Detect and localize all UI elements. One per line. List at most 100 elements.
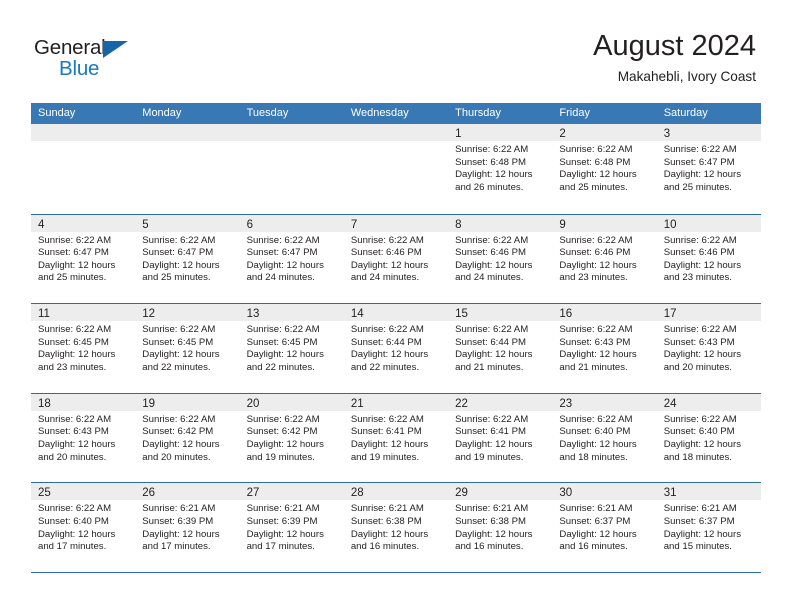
- calendar-week-row: 25 Sunrise: 6:22 AM Sunset: 6:40 PM Dayligh…: [31, 482, 761, 572]
- page-header: General Blue August 2024 Makahebli, Ivor…: [0, 0, 792, 100]
- day-cell[interactable]: 28 Sunrise: 6:21 AM Sunset: 6:38 PM Dayligh…: [343, 483, 449, 572]
- daylight-text: Daylight: 12 hours and 21 minutes.: [559, 349, 637, 373]
- day-number-band: 26: [135, 483, 240, 501]
- daylight-text: Daylight: 12 hours and 20 minutes.: [38, 438, 116, 463]
- day-number-band: 11: [31, 304, 136, 322]
- day-number-band: 8: [448, 214, 553, 232]
- day-details: Sunrise: 6:22 AM Sunset: 6:46 PM Daylight:…: [657, 232, 761, 285]
- day-number: 18: [38, 397, 51, 410]
- weekday-header-wednesday: Wednesday: [350, 107, 409, 119]
- daylight-text: Daylight: 12 hours and 25 minutes.: [142, 259, 220, 284]
- day-cell[interactable]: 26 Sunrise: 6:21 AM Sunset: 6:39 PM Dayligh…: [135, 483, 240, 572]
- day-number-band: 13: [239, 304, 344, 322]
- day-cell[interactable]: 6 Sunrise: 6:22 AM Sunset: 6:47 PM Daylight…: [239, 214, 344, 304]
- sunset-text: Sunset: 6:39 PM: [246, 515, 318, 527]
- day-details: Sunrise: 6:21 AM Sunset: 6:39 PM Daylight:…: [240, 500, 344, 553]
- day-details: Sunrise: 6:21 AM Sunset: 6:38 PM Daylight:…: [448, 500, 552, 553]
- sunrise-text: Sunrise: 6:22 AM: [142, 413, 216, 425]
- sunset-text: Sunset: 6:38 PM: [350, 515, 422, 527]
- day-number-band: [239, 124, 344, 141]
- day-cell[interactable]: 14 Sunrise: 6:22 AM Sunset: 6:44 PM Dayligh…: [343, 304, 449, 393]
- day-cell[interactable]: 24 Sunrise: 6:22 AM Sunset: 6:40 PM Dayligh…: [656, 393, 761, 483]
- day-cell[interactable]: 5 Sunrise: 6:22 AM Sunset: 6:47 PM Daylight…: [135, 214, 240, 304]
- sunset-text: Sunset: 6:42 PM: [142, 426, 214, 438]
- day-cell[interactable]: 23 Sunrise: 6:22 AM Sunset: 6:40 PM Dayligh…: [552, 393, 657, 483]
- day-cell[interactable]: 11 Sunrise: 6:22 AM Sunset: 6:45 PM Dayligh…: [31, 304, 136, 393]
- day-details: Sunrise: 6:22 AM Sunset: 6:42 PM Daylight:…: [135, 411, 239, 464]
- day-number-band: 30: [552, 483, 657, 501]
- calendar-grid: Sunday Monday Tuesday Wednesday Thursday…: [31, 103, 761, 574]
- day-cell[interactable]: 9 Sunrise: 6:22 AM Sunset: 6:46 PM Daylight…: [552, 214, 657, 304]
- day-number-band: 25: [31, 483, 136, 501]
- sunrise-text: Sunrise: 6:22 AM: [246, 234, 320, 246]
- sunrise-text: Sunrise: 6:22 AM: [38, 324, 112, 336]
- day-cell[interactable]: 15 Sunrise: 6:22 AM Sunset: 6:44 PM Dayligh…: [448, 304, 553, 393]
- day-number-band: 1: [448, 124, 553, 141]
- day-details: Sunrise: 6:21 AM Sunset: 6:39 PM Daylight:…: [135, 500, 239, 553]
- day-cell[interactable]: 12 Sunrise: 6:22 AM Sunset: 6:45 PM Dayligh…: [135, 304, 240, 393]
- daylight-text: Daylight: 12 hours and 23 minutes.: [663, 259, 742, 284]
- day-cell[interactable]: 10 Sunrise: 6:22 AM Sunset: 6:46 PM Dayligh…: [656, 214, 761, 304]
- day-details: Sunrise: 6:22 AM Sunset: 6:44 PM Daylight:…: [448, 321, 552, 374]
- day-cell[interactable]: 7 Sunrise: 6:22 AM Sunset: 6:46 PM Daylight…: [343, 214, 449, 304]
- day-details: Sunrise: 6:22 AM Sunset: 6:43 PM Daylight:…: [31, 411, 135, 464]
- day-cell[interactable]: 3 Sunrise: 6:22 AM Sunset: 6:47 PM Daylight…: [656, 124, 761, 214]
- sunset-text: Sunset: 6:40 PM: [663, 426, 735, 438]
- title-block: August 2024 Makahebli, Ivory Coast: [593, 30, 756, 86]
- day-number: 30: [559, 487, 573, 500]
- daylight-text: Daylight: 12 hours and 25 minutes.: [559, 169, 637, 193]
- day-cell[interactable]: 18 Sunrise: 6:22 AM Sunset: 6:43 PM Dayligh…: [31, 393, 136, 483]
- day-cell[interactable]: 30 Sunrise: 6:21 AM Sunset: 6:37 PM Dayligh…: [552, 483, 657, 572]
- sunrise-text: Sunrise: 6:22 AM: [246, 413, 320, 425]
- day-cell[interactable]: 4 Sunrise: 6:22 AM Sunset: 6:47 PM Daylight…: [31, 214, 136, 304]
- day-number-band: 17: [656, 304, 761, 322]
- day-number: 13: [246, 308, 260, 321]
- daylight-text: Daylight: 12 hours and 19 minutes.: [350, 438, 429, 463]
- day-details: Sunrise: 6:22 AM Sunset: 6:42 PM Daylight:…: [240, 411, 344, 464]
- day-details: Sunrise: 6:22 AM Sunset: 6:47 PM Daylight:…: [657, 141, 761, 194]
- day-cell[interactable]: 2 Sunrise: 6:22 AM Sunset: 6:48 PM Daylight…: [552, 124, 657, 214]
- day-cell[interactable]: 19 Sunrise: 6:22 AM Sunset: 6:42 PM Dayligh…: [135, 393, 240, 483]
- day-cell[interactable]: 16 Sunrise: 6:22 AM Sunset: 6:43 PM Dayligh…: [552, 304, 657, 393]
- day-cell[interactable]: 20 Sunrise: 6:22 AM Sunset: 6:42 PM Dayligh…: [239, 393, 344, 483]
- weekday-header-tuesday: Tuesday: [246, 107, 289, 119]
- calendar-weeks: 1 Sunrise: 6:22 AM Sunset: 6:48 PM Daylight…: [31, 124, 761, 572]
- day-cell[interactable]: 13 Sunrise: 6:22 AM Sunset: 6:45 PM Dayligh…: [239, 304, 344, 393]
- day-details: Sunrise: 6:21 AM Sunset: 6:37 PM Daylight:…: [552, 500, 656, 553]
- day-number: 24: [663, 397, 677, 410]
- day-cell[interactable]: 1 Sunrise: 6:22 AM Sunset: 6:48 PM Daylight…: [448, 124, 553, 214]
- sunset-text: Sunset: 6:47 PM: [663, 156, 735, 168]
- day-cell[interactable]: 17 Sunrise: 6:22 AM Sunset: 6:43 PM Dayligh…: [656, 304, 761, 393]
- day-cell[interactable]: 31 Sunrise: 6:21 AM Sunset: 6:37 PM Dayligh…: [656, 483, 761, 572]
- day-number: 31: [663, 487, 677, 500]
- daylight-text: Daylight: 12 hours and 21 minutes.: [455, 349, 533, 373]
- day-details: Sunrise: 6:22 AM Sunset: 6:46 PM Daylight:…: [448, 232, 552, 285]
- day-number-band: 6: [239, 214, 344, 232]
- sunset-text: Sunset: 6:40 PM: [559, 426, 631, 438]
- daylight-text: Daylight: 12 hours and 22 minutes.: [142, 349, 220, 373]
- sunrise-text: Sunrise: 6:22 AM: [142, 234, 216, 246]
- page-title: August 2024: [593, 30, 756, 62]
- general-blue-logo: General Blue: [34, 37, 154, 82]
- sunset-text: Sunset: 6:38 PM: [455, 515, 527, 527]
- sunset-text: Sunset: 6:44 PM: [350, 336, 422, 348]
- day-cell[interactable]: 25 Sunrise: 6:22 AM Sunset: 6:40 PM Dayligh…: [31, 483, 136, 572]
- day-cell[interactable]: 22 Sunrise: 6:22 AM Sunset: 6:41 PM Dayligh…: [448, 393, 553, 483]
- daylight-text: Daylight: 12 hours and 17 minutes.: [142, 528, 220, 553]
- day-cell[interactable]: 29 Sunrise: 6:21 AM Sunset: 6:38 PM Dayligh…: [448, 483, 553, 572]
- sunrise-text: Sunrise: 6:22 AM: [455, 413, 529, 425]
- day-details: Sunrise: 6:22 AM Sunset: 6:44 PM Daylight:…: [344, 321, 448, 374]
- calendar-bottom-rule: [31, 571, 761, 574]
- daylight-text: Daylight: 12 hours and 24 minutes.: [350, 259, 429, 284]
- sunrise-text: Sunrise: 6:22 AM: [559, 324, 633, 336]
- sunset-text: Sunset: 6:43 PM: [38, 426, 109, 438]
- daylight-text: Daylight: 12 hours and 25 minutes.: [38, 259, 116, 284]
- sunset-text: Sunset: 6:48 PM: [455, 156, 527, 168]
- day-cell[interactable]: 21 Sunrise: 6:22 AM Sunset: 6:41 PM Dayligh…: [343, 393, 449, 483]
- day-cell[interactable]: 8 Sunrise: 6:22 AM Sunset: 6:46 PM Daylight…: [448, 214, 553, 304]
- daylight-text: Daylight: 12 hours and 20 minutes.: [663, 349, 742, 373]
- location-subtitle: Makahebli, Ivory Coast: [617, 69, 756, 85]
- daylight-text: Daylight: 12 hours and 18 minutes.: [559, 438, 637, 463]
- day-cell[interactable]: 27 Sunrise: 6:21 AM Sunset: 6:39 PM Dayligh…: [239, 483, 344, 572]
- sunrise-text: Sunrise: 6:22 AM: [663, 144, 737, 155]
